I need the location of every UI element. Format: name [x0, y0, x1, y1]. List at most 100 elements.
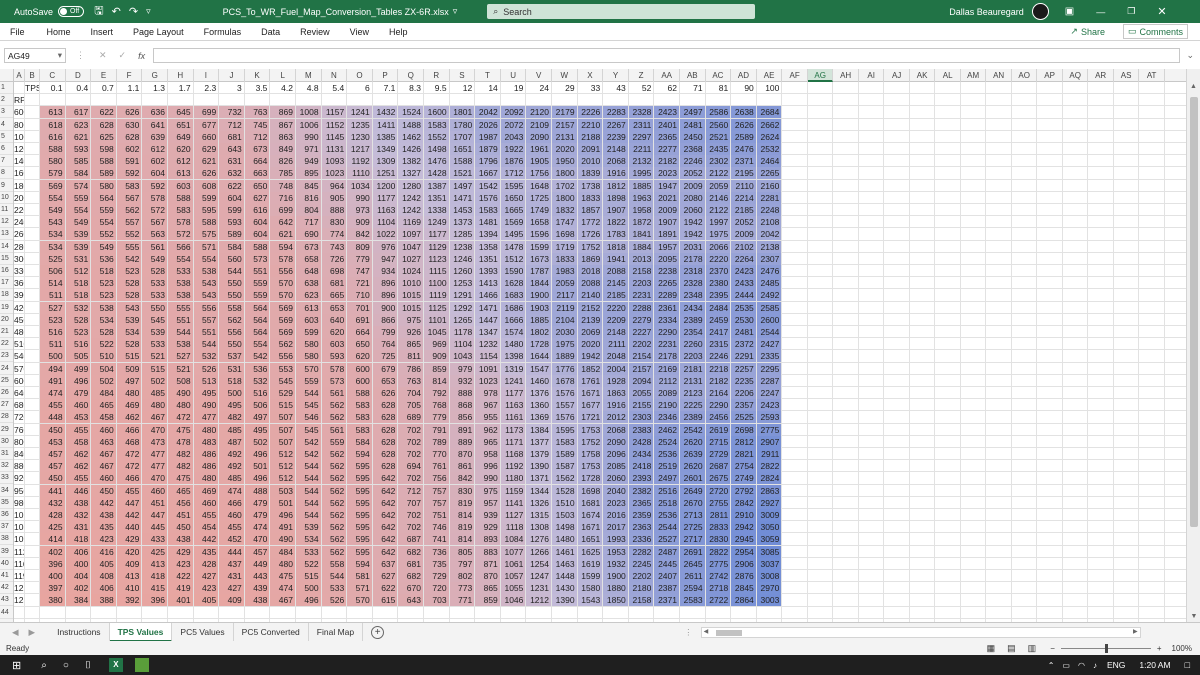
cell-w39[interactable]: 1461	[552, 545, 577, 558]
cell-a26[interactable]: 6400	[14, 387, 24, 399]
cell-f42[interactable]: 410	[116, 582, 142, 595]
row-header[interactable]: 4	[0, 119, 13, 131]
cell-r1[interactable]: 9.5	[424, 82, 449, 94]
cell-k4[interactable]: 745	[244, 118, 270, 131]
column-header-ai[interactable]: AI	[859, 69, 885, 82]
cell-l15[interactable]: 578	[270, 252, 295, 265]
cell-l20[interactable]: 569	[270, 313, 295, 326]
cell-t9[interactable]: 1542	[475, 179, 500, 192]
cell-s22[interactable]: 1104	[449, 338, 475, 351]
cell-a22[interactable]: 5100	[14, 338, 24, 350]
insert-function-icon[interactable]: fx	[138, 51, 145, 61]
cell-y29[interactable]: 2068	[603, 423, 628, 436]
normal-view-icon[interactable]: ▦	[987, 643, 996, 654]
cell-j43[interactable]: 409	[219, 594, 244, 607]
cell-c7[interactable]: 580	[40, 155, 65, 168]
cell-f30[interactable]: 468	[116, 435, 142, 448]
cell-h27[interactable]: 480	[168, 399, 193, 412]
cell-u32[interactable]: 1192	[500, 460, 526, 473]
cell-x12[interactable]: 1772	[577, 216, 603, 229]
cell-g42[interactable]: 415	[142, 582, 167, 595]
cell-u30[interactable]: 1171	[500, 435, 526, 448]
cell-k19[interactable]: 564	[244, 301, 270, 314]
cell-ac8[interactable]: 2122	[705, 167, 731, 180]
cell-z30[interactable]: 2428	[628, 435, 654, 448]
cell-ab32[interactable]: 2620	[680, 460, 705, 473]
cell-m24[interactable]: 570	[296, 362, 321, 375]
cell-ac41[interactable]: 2742	[705, 570, 731, 582]
cell-y25[interactable]: 1928	[603, 374, 628, 387]
cell-k11[interactable]: 616	[244, 204, 270, 216]
cell-p3[interactable]: 1432	[372, 106, 398, 119]
cell-l32[interactable]: 512	[270, 460, 295, 473]
column-header-m[interactable]: M	[296, 69, 322, 82]
cell-c5[interactable]: 616	[40, 130, 65, 143]
cell-ab26[interactable]: 2123	[680, 387, 705, 399]
cell-c3[interactable]: 613	[40, 106, 65, 119]
cell-v36[interactable]: 1315	[526, 509, 551, 521]
cell-c31[interactable]: 457	[40, 448, 65, 460]
cell-t37[interactable]: 929	[475, 521, 500, 534]
cell-ad41[interactable]: 2876	[731, 570, 756, 582]
cell-i9[interactable]: 608	[193, 179, 219, 192]
cell-n13[interactable]: 774	[321, 228, 347, 241]
cell-c21[interactable]: 516	[40, 326, 65, 338]
cell-p39[interactable]: 642	[372, 545, 398, 558]
cell-d43[interactable]: 384	[65, 594, 91, 607]
cell-r19[interactable]: 1125	[424, 301, 449, 314]
cell-i12[interactable]: 588	[193, 216, 219, 229]
column-header-i[interactable]: I	[194, 69, 220, 82]
cell-i33[interactable]: 480	[193, 472, 219, 485]
cell-ac4[interactable]: 2560	[705, 118, 731, 131]
cell-w11[interactable]: 1832	[552, 204, 577, 216]
cell-d29[interactable]: 455	[65, 423, 91, 436]
row-header[interactable]: 34	[0, 485, 13, 497]
cell-e43[interactable]: 388	[91, 594, 116, 607]
cell-ab25[interactable]: 2131	[680, 374, 705, 387]
zoom-level[interactable]: 100%	[1172, 644, 1192, 653]
cell-t31[interactable]: 958	[475, 448, 500, 460]
cell-aa11[interactable]: 2009	[654, 204, 679, 216]
sheet-tab-instructions[interactable]: Instructions	[49, 622, 110, 642]
cell-ae37[interactable]: 3050	[756, 521, 782, 534]
cell-x22[interactable]: 2020	[577, 338, 603, 351]
cell-u40[interactable]: 1061	[500, 557, 526, 570]
cell-w7[interactable]: 1950	[552, 155, 577, 168]
cell-v6[interactable]: 1961	[526, 143, 551, 155]
cell-i6[interactable]: 629	[193, 143, 219, 155]
cell-l21[interactable]: 569	[270, 326, 295, 338]
cell-u12[interactable]: 1569	[500, 216, 526, 229]
cell-h40[interactable]: 423	[168, 557, 193, 570]
cell-z7[interactable]: 2132	[628, 155, 654, 168]
cell-l17[interactable]: 570	[270, 277, 295, 290]
cell-w35[interactable]: 1510	[552, 496, 577, 509]
cell-v12[interactable]: 1658	[526, 216, 551, 229]
cell-ab17[interactable]: 2328	[680, 277, 705, 290]
cell-ac25[interactable]: 2182	[705, 374, 731, 387]
cell-aa7[interactable]: 2182	[654, 155, 679, 168]
row-header[interactable]: 24	[0, 363, 13, 375]
cell-g8[interactable]: 604	[142, 167, 167, 180]
cell-d30[interactable]: 458	[65, 435, 91, 448]
cell-g3[interactable]: 636	[142, 106, 167, 119]
cell-m28[interactable]: 546	[296, 411, 321, 424]
cell-e5[interactable]: 625	[91, 130, 116, 143]
cell-x20[interactable]: 2139	[577, 313, 603, 326]
page-layout-view-icon[interactable]: ▤	[1007, 643, 1016, 654]
cell-i32[interactable]: 486	[193, 460, 219, 473]
cell-j20[interactable]: 562	[219, 313, 244, 326]
cell-p24[interactable]: 679	[372, 362, 398, 375]
cell-k34[interactable]: 488	[244, 484, 270, 497]
cell-d17[interactable]: 518	[65, 277, 91, 290]
cell-m12[interactable]: 717	[296, 216, 321, 229]
cell-y4[interactable]: 2267	[603, 118, 628, 131]
cell-n28[interactable]: 562	[321, 411, 347, 424]
cell-z15[interactable]: 2013	[628, 252, 654, 265]
cell-u34[interactable]: 1159	[500, 484, 526, 497]
cell-b1[interactable]: TPS	[25, 82, 39, 94]
row-header[interactable]: 41	[0, 570, 13, 582]
cell-f22[interactable]: 528	[116, 338, 142, 351]
restore-icon[interactable]: ❐	[1127, 6, 1135, 17]
cell-d28[interactable]: 453	[65, 411, 91, 424]
cell-t24[interactable]: 1091	[475, 362, 500, 375]
